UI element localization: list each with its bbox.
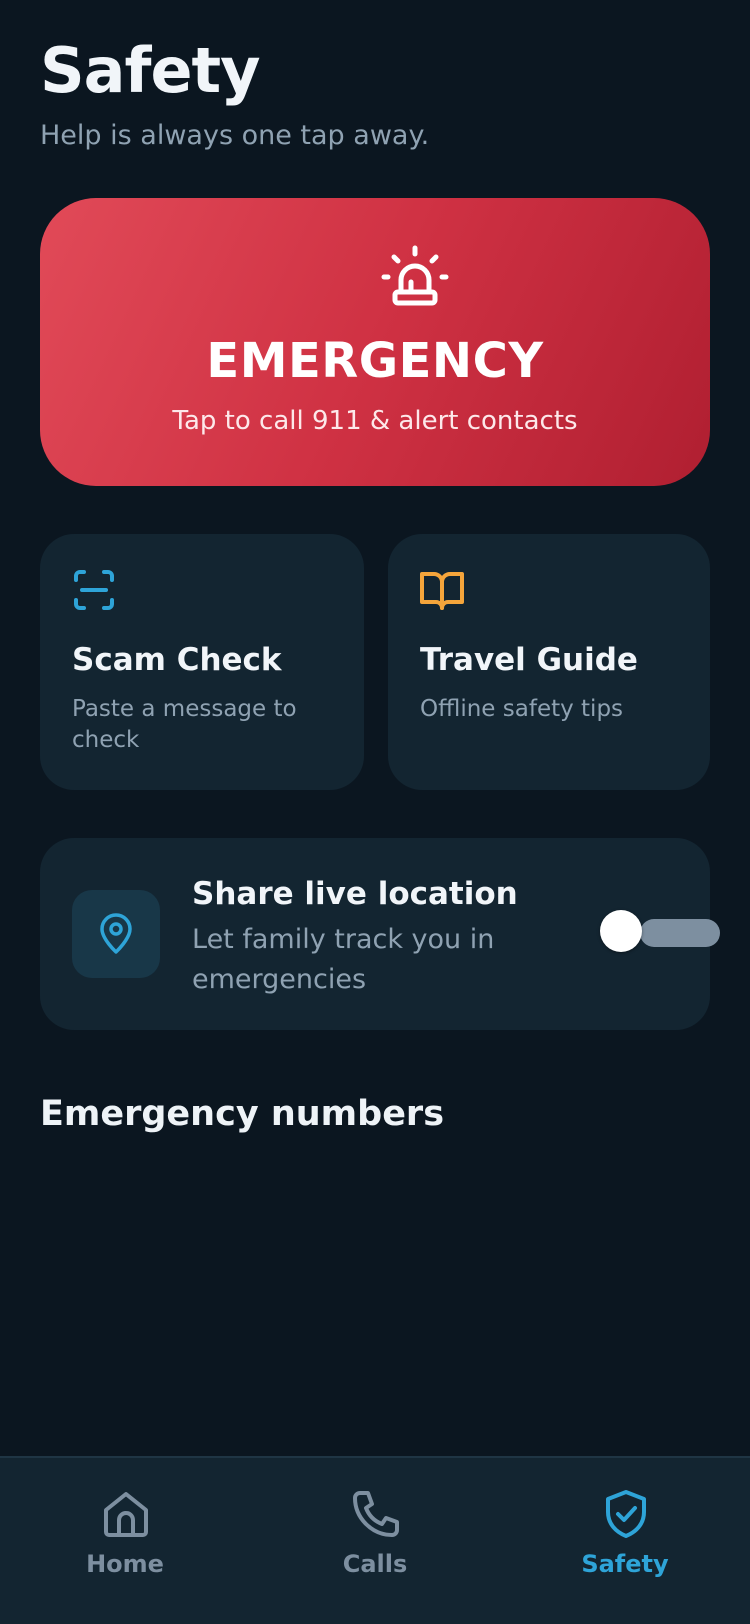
- siren-icon: [381, 245, 449, 306]
- scam-check-card[interactable]: Scam Check Paste a message to check: [40, 534, 364, 790]
- toggle-track: [640, 919, 720, 947]
- travel-guide-subtitle: Offline safety tips: [420, 696, 624, 722]
- emergency-subtitle: Tap to call 911 & alert contacts: [172, 406, 578, 436]
- safety-screen: Safety Help is always one tap away. EMER…: [0, 0, 750, 1624]
- travel-guide-title: Travel Guide: [420, 642, 638, 678]
- tab-calls-label: Calls: [342, 1550, 408, 1578]
- location-icon-box: [72, 890, 160, 978]
- emergency-title: EMERGENCY: [206, 333, 544, 389]
- tab-safety-label: Safety: [581, 1550, 669, 1578]
- home-icon: [104, 1492, 148, 1537]
- scam-check-title: Scam Check: [72, 642, 282, 678]
- share-location-card: Share live location Let family track you…: [40, 838, 720, 1030]
- scam-check-subtitle: Paste a message to check: [72, 696, 297, 753]
- tab-safety[interactable]: Safety: [500, 1458, 750, 1624]
- tab-calls[interactable]: Calls: [250, 1458, 500, 1624]
- map-pin-icon: [100, 913, 132, 954]
- scan-icon: [74, 570, 114, 610]
- toggle-knob: [600, 910, 642, 952]
- bottom-tab-bar: Home Calls Safety: [0, 1456, 750, 1624]
- page-subtitle: Help is always one tap away.: [40, 120, 430, 151]
- emergency-numbers-heading: Emergency numbers: [40, 1094, 445, 1134]
- tab-home-label: Home: [86, 1550, 164, 1578]
- share-location-title: Share live location: [192, 876, 518, 912]
- travel-guide-card[interactable]: Travel Guide Offline safety tips: [388, 534, 710, 790]
- page-title: Safety: [40, 34, 261, 107]
- phone-icon: [353, 1491, 399, 1537]
- share-location-toggle[interactable]: [600, 910, 720, 956]
- book-open-icon: [420, 572, 464, 610]
- emergency-button[interactable]: EMERGENCY Tap to call 911 & alert contac…: [40, 198, 710, 486]
- shield-check-icon: [606, 1490, 646, 1538]
- share-location-subtitle: Let family track you in emergencies: [192, 924, 495, 995]
- tab-home[interactable]: Home: [0, 1458, 250, 1624]
